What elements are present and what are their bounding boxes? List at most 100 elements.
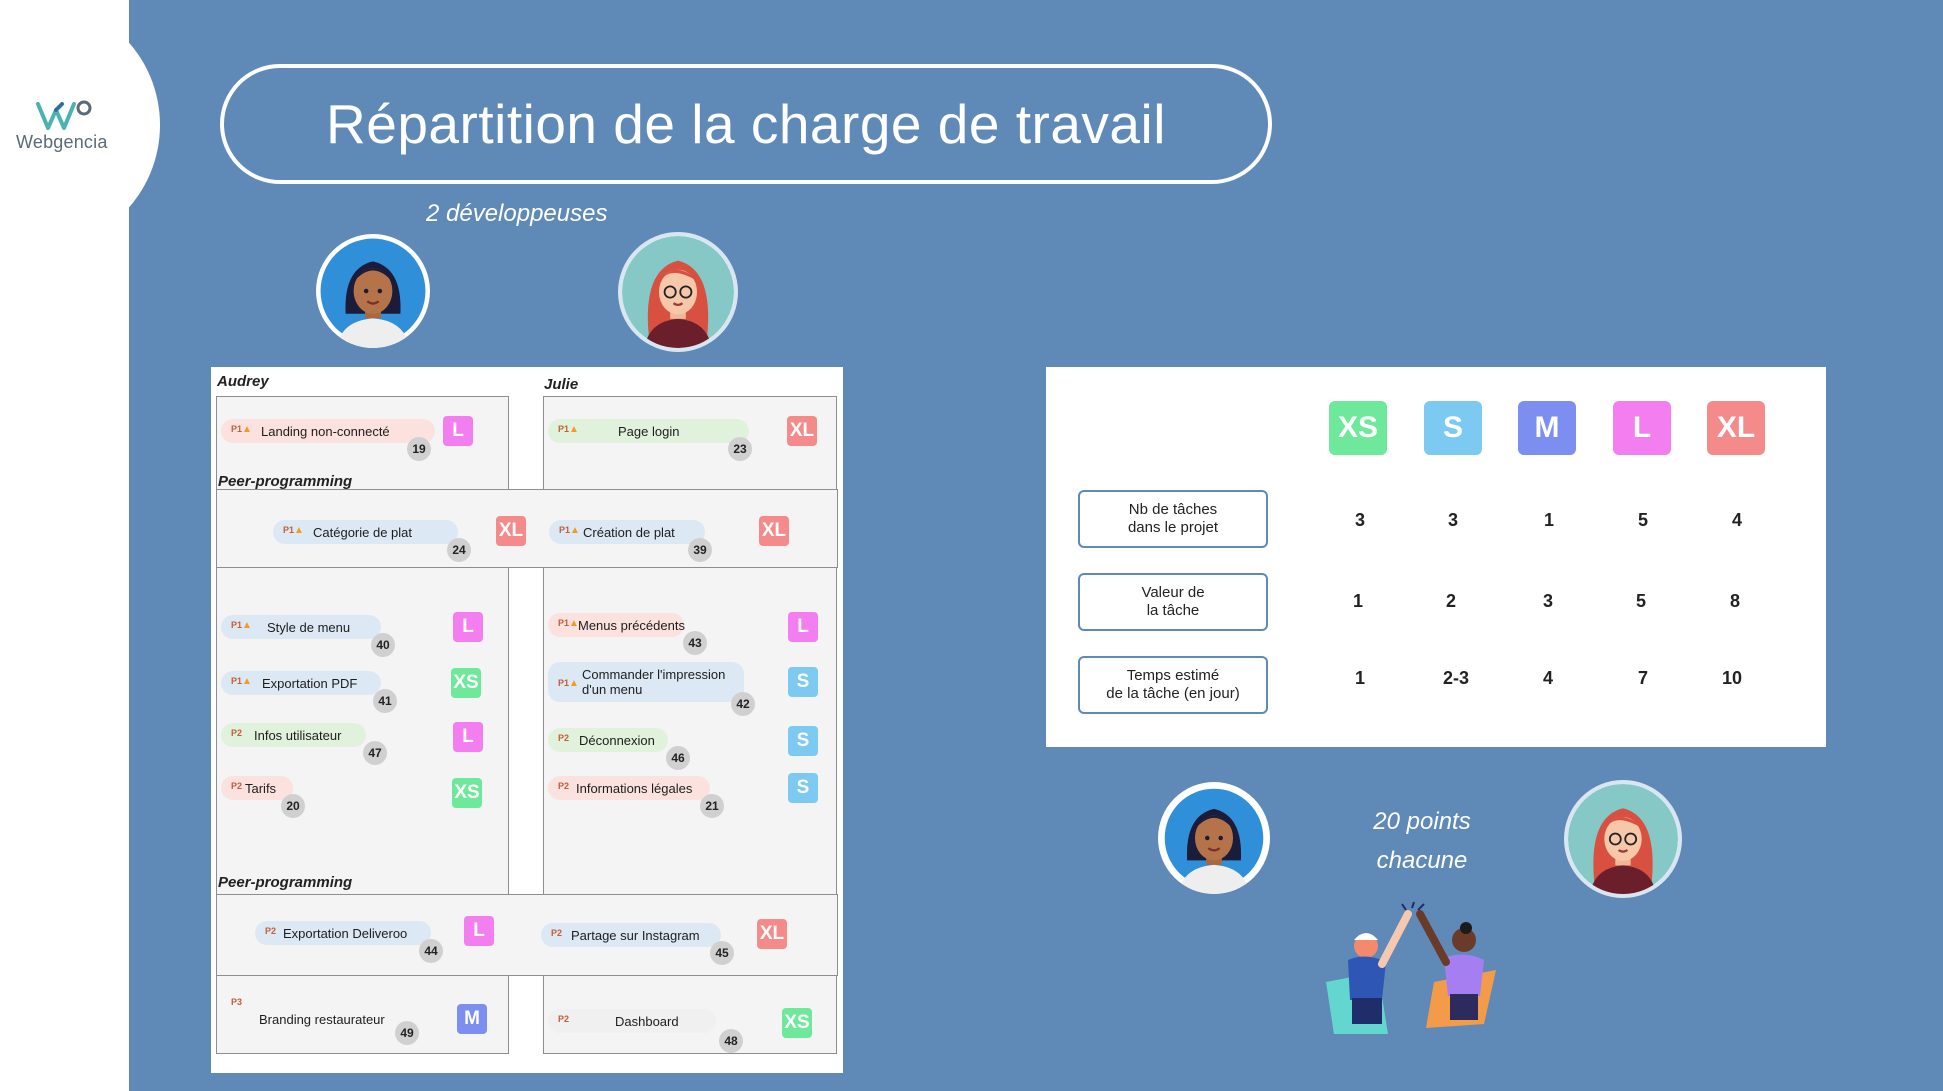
caption-developers: 2 développeuses bbox=[426, 200, 608, 227]
row-label-nb-taches: Nb de tâches dans le projet bbox=[1078, 490, 1268, 548]
card-label: Landing non-connecté bbox=[261, 423, 390, 439]
flame-icon: ▲ bbox=[570, 525, 580, 536]
avatar-julie-small bbox=[1564, 780, 1682, 898]
brand-name: Webgencia bbox=[16, 132, 108, 152]
high-five-illustration bbox=[1326, 901, 1496, 1034]
card-label: Commander l'impression d'un menu bbox=[582, 667, 726, 697]
task-number: 49 bbox=[395, 1021, 419, 1045]
size-header-l: L bbox=[1613, 401, 1671, 455]
card-label: Branding restaurateur bbox=[259, 1012, 385, 1027]
webgencia-logo-icon bbox=[36, 100, 92, 130]
flame-icon: ▲ bbox=[242, 424, 252, 435]
lane-label-peer-1: Peer-programming bbox=[218, 473, 353, 490]
size-header-m: M bbox=[1518, 401, 1576, 455]
card-label: Déconnexion bbox=[579, 732, 655, 748]
flame-icon: ▲ bbox=[569, 618, 579, 629]
avatar-julie-illustration bbox=[622, 236, 734, 348]
task-number: 48 bbox=[719, 1029, 743, 1053]
cell-value: 1 bbox=[1352, 591, 1363, 611]
flame-icon: ▲ bbox=[569, 678, 579, 689]
task-number: 23 bbox=[728, 437, 752, 461]
avatar-julie bbox=[618, 232, 738, 352]
size-badge: XS bbox=[451, 668, 481, 698]
size-table: XS S M L XL Nb de tâches dans le projet V… bbox=[1046, 367, 1826, 747]
size-badge: XL bbox=[757, 919, 787, 949]
flame-icon: ▲ bbox=[569, 424, 579, 435]
task-number: 41 bbox=[373, 689, 397, 713]
page-title: Répartition de la charge de travail bbox=[326, 93, 1166, 155]
cell-value: 4 bbox=[1731, 510, 1742, 530]
card-label: Infos utilisateur bbox=[254, 727, 342, 743]
kanban-board: Audrey Julie Peer-programming Peer-progr… bbox=[211, 367, 843, 1073]
flame-icon: ▲ bbox=[242, 676, 252, 687]
column-title-julie: Julie bbox=[544, 376, 579, 393]
cell-value: 1 bbox=[1543, 510, 1554, 530]
size-header-xl: XL bbox=[1707, 401, 1765, 455]
caption-points: 20 points chacune bbox=[1373, 808, 1471, 874]
cell-value: 5 bbox=[1635, 591, 1646, 611]
row-label-valeur: Valeur de la tâche bbox=[1078, 573, 1268, 631]
avatar-julie-illustration bbox=[1568, 784, 1678, 894]
card-label: Menus précédents bbox=[578, 617, 685, 633]
task-number: 20 bbox=[281, 794, 305, 818]
avatar-audrey-small bbox=[1158, 782, 1270, 894]
size-badge: XS bbox=[452, 778, 482, 808]
cell-value: 1 bbox=[1354, 668, 1365, 688]
title-pill: Répartition de la charge de travail bbox=[220, 64, 1272, 184]
cell-value: 8 bbox=[1729, 591, 1740, 611]
size-badge: L bbox=[443, 416, 473, 446]
task-number: 19 bbox=[407, 437, 431, 461]
size-badge: XL bbox=[496, 516, 526, 546]
cell-value: 4 bbox=[1542, 668, 1553, 688]
task-number: 43 bbox=[683, 631, 707, 655]
task-number: 45 bbox=[710, 941, 734, 965]
task-number: 21 bbox=[700, 794, 724, 818]
avatar-audrey bbox=[316, 234, 430, 348]
flame-icon: ▲ bbox=[242, 620, 252, 631]
cell-value: 2 bbox=[1445, 591, 1456, 611]
cell-value: 2-3 bbox=[1442, 668, 1469, 688]
size-badge: S bbox=[788, 667, 818, 697]
task-number: 24 bbox=[447, 538, 471, 562]
column-title-audrey: Audrey bbox=[217, 373, 269, 390]
cell-value: 3 bbox=[1542, 591, 1553, 611]
size-header-s: S bbox=[1424, 401, 1482, 455]
size-badge: L bbox=[788, 612, 818, 642]
cell-value: 3 bbox=[1354, 510, 1365, 530]
card-label: Partage sur Instagram bbox=[571, 927, 700, 943]
size-badge: S bbox=[788, 773, 818, 803]
task-number: 40 bbox=[371, 633, 395, 657]
card-label: Exportation Deliveroo bbox=[283, 925, 408, 941]
size-badge: XS bbox=[782, 1008, 812, 1038]
lane-label-peer-2: Peer-programming bbox=[218, 874, 353, 891]
size-badge: L bbox=[453, 722, 483, 752]
card-label: Tarifs bbox=[245, 780, 277, 796]
size-badge: M bbox=[457, 1004, 487, 1034]
card-label: Page login bbox=[618, 423, 680, 439]
card-label: Création de plat bbox=[583, 524, 675, 540]
task-number: 46 bbox=[666, 746, 690, 770]
card-label: Informations légales bbox=[576, 780, 693, 796]
card-label: Style de menu bbox=[267, 619, 351, 635]
size-badge: S bbox=[788, 726, 818, 756]
cell-value: 3 bbox=[1447, 510, 1458, 530]
avatar-audrey-illustration bbox=[320, 238, 426, 348]
cell-value: 5 bbox=[1637, 510, 1648, 530]
size-badge: XL bbox=[759, 516, 789, 546]
logo-area: Webgencia bbox=[0, 0, 160, 250]
cell-value: 7 bbox=[1637, 668, 1648, 688]
avatar-audrey-illustration bbox=[1164, 788, 1264, 894]
task-number: 47 bbox=[363, 741, 387, 765]
cell-value: 10 bbox=[1721, 668, 1743, 688]
size-badge: L bbox=[453, 612, 483, 642]
card-label: Dashboard bbox=[615, 1013, 679, 1029]
row-label-temps: Temps estimé de la tâche (en jour) bbox=[1078, 656, 1268, 714]
card-label: Exportation PDF bbox=[262, 675, 358, 691]
size-header-xs: XS bbox=[1329, 401, 1387, 455]
size-badge: L bbox=[464, 916, 494, 946]
task-number: 42 bbox=[731, 692, 755, 716]
size-badge: XL bbox=[787, 416, 817, 446]
task-number: 39 bbox=[688, 538, 712, 562]
flame-icon: ▲ bbox=[294, 525, 304, 536]
card-label: Catégorie de plat bbox=[313, 524, 413, 540]
